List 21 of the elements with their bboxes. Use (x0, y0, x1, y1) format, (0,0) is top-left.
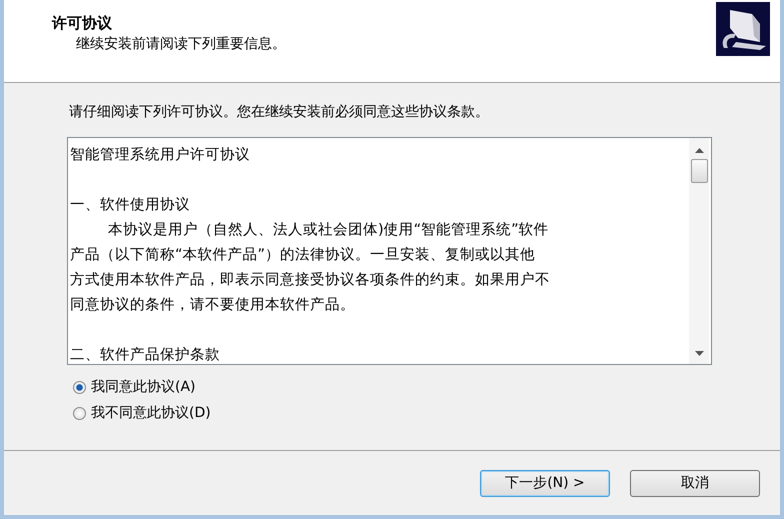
radio-button[interactable] (73, 406, 86, 420)
scrollbar-thumb[interactable] (690, 159, 708, 183)
license-line: 本协议是用户（自然人、法人或社会团体)使用“智能管理系统”软件 (107, 220, 550, 240)
instruction-text: 请仔细阅读下列许可协议。您在继续安装前必须同意这些协议条款。 (68, 103, 490, 121)
scroll-up-icon[interactable] (694, 148, 704, 153)
license-line: 同意协议的条件，请不要使用本软件产品。 (70, 296, 356, 315)
option-label: 我不同意此协议(D) (91, 404, 211, 422)
license-line: 产品（以下简称“本软件产品”）的法律协议。一旦安装、复制或以其他 (70, 246, 536, 265)
scroll-down-icon[interactable] (694, 351, 704, 356)
license-line: 二、软件产品保护条款 (70, 346, 221, 364)
dialog-button[interactable]: 下一步(N) > (480, 470, 610, 496)
license-line: 一、软件使用协议 (70, 196, 191, 215)
page-title: 许可协议 (52, 14, 113, 33)
license-text-box[interactable]: 智能管理系统用户许可协议 一、软件使用协议 本协议是用户（自然人、法人或社会团体)使用“智能管理系统”软件 产品（以下简称“本软件产品”）的法律协议。一旦安装、复制或以其他 方式使用本软件产品，即表示同意接受协议各项条件的约束。如果用户不 同意协议的条件，请不要使用本软件产品。 二、软件产品保护条款 (67, 137, 712, 365)
page-subtitle: 继续安装前请阅读下列重要信息。 (75, 35, 286, 53)
computer-install-icon (716, 2, 770, 56)
radio-button[interactable] (73, 380, 86, 394)
license-line: 智能管理系统用户许可协议 (70, 146, 251, 165)
option-label: 我同意此协议(A) (91, 378, 196, 396)
dialog-button[interactable]: 取消 (630, 470, 760, 496)
license-line: 方式使用本软件产品，即表示同意接受协议各项条件的约束。如果用户不 (70, 270, 551, 290)
